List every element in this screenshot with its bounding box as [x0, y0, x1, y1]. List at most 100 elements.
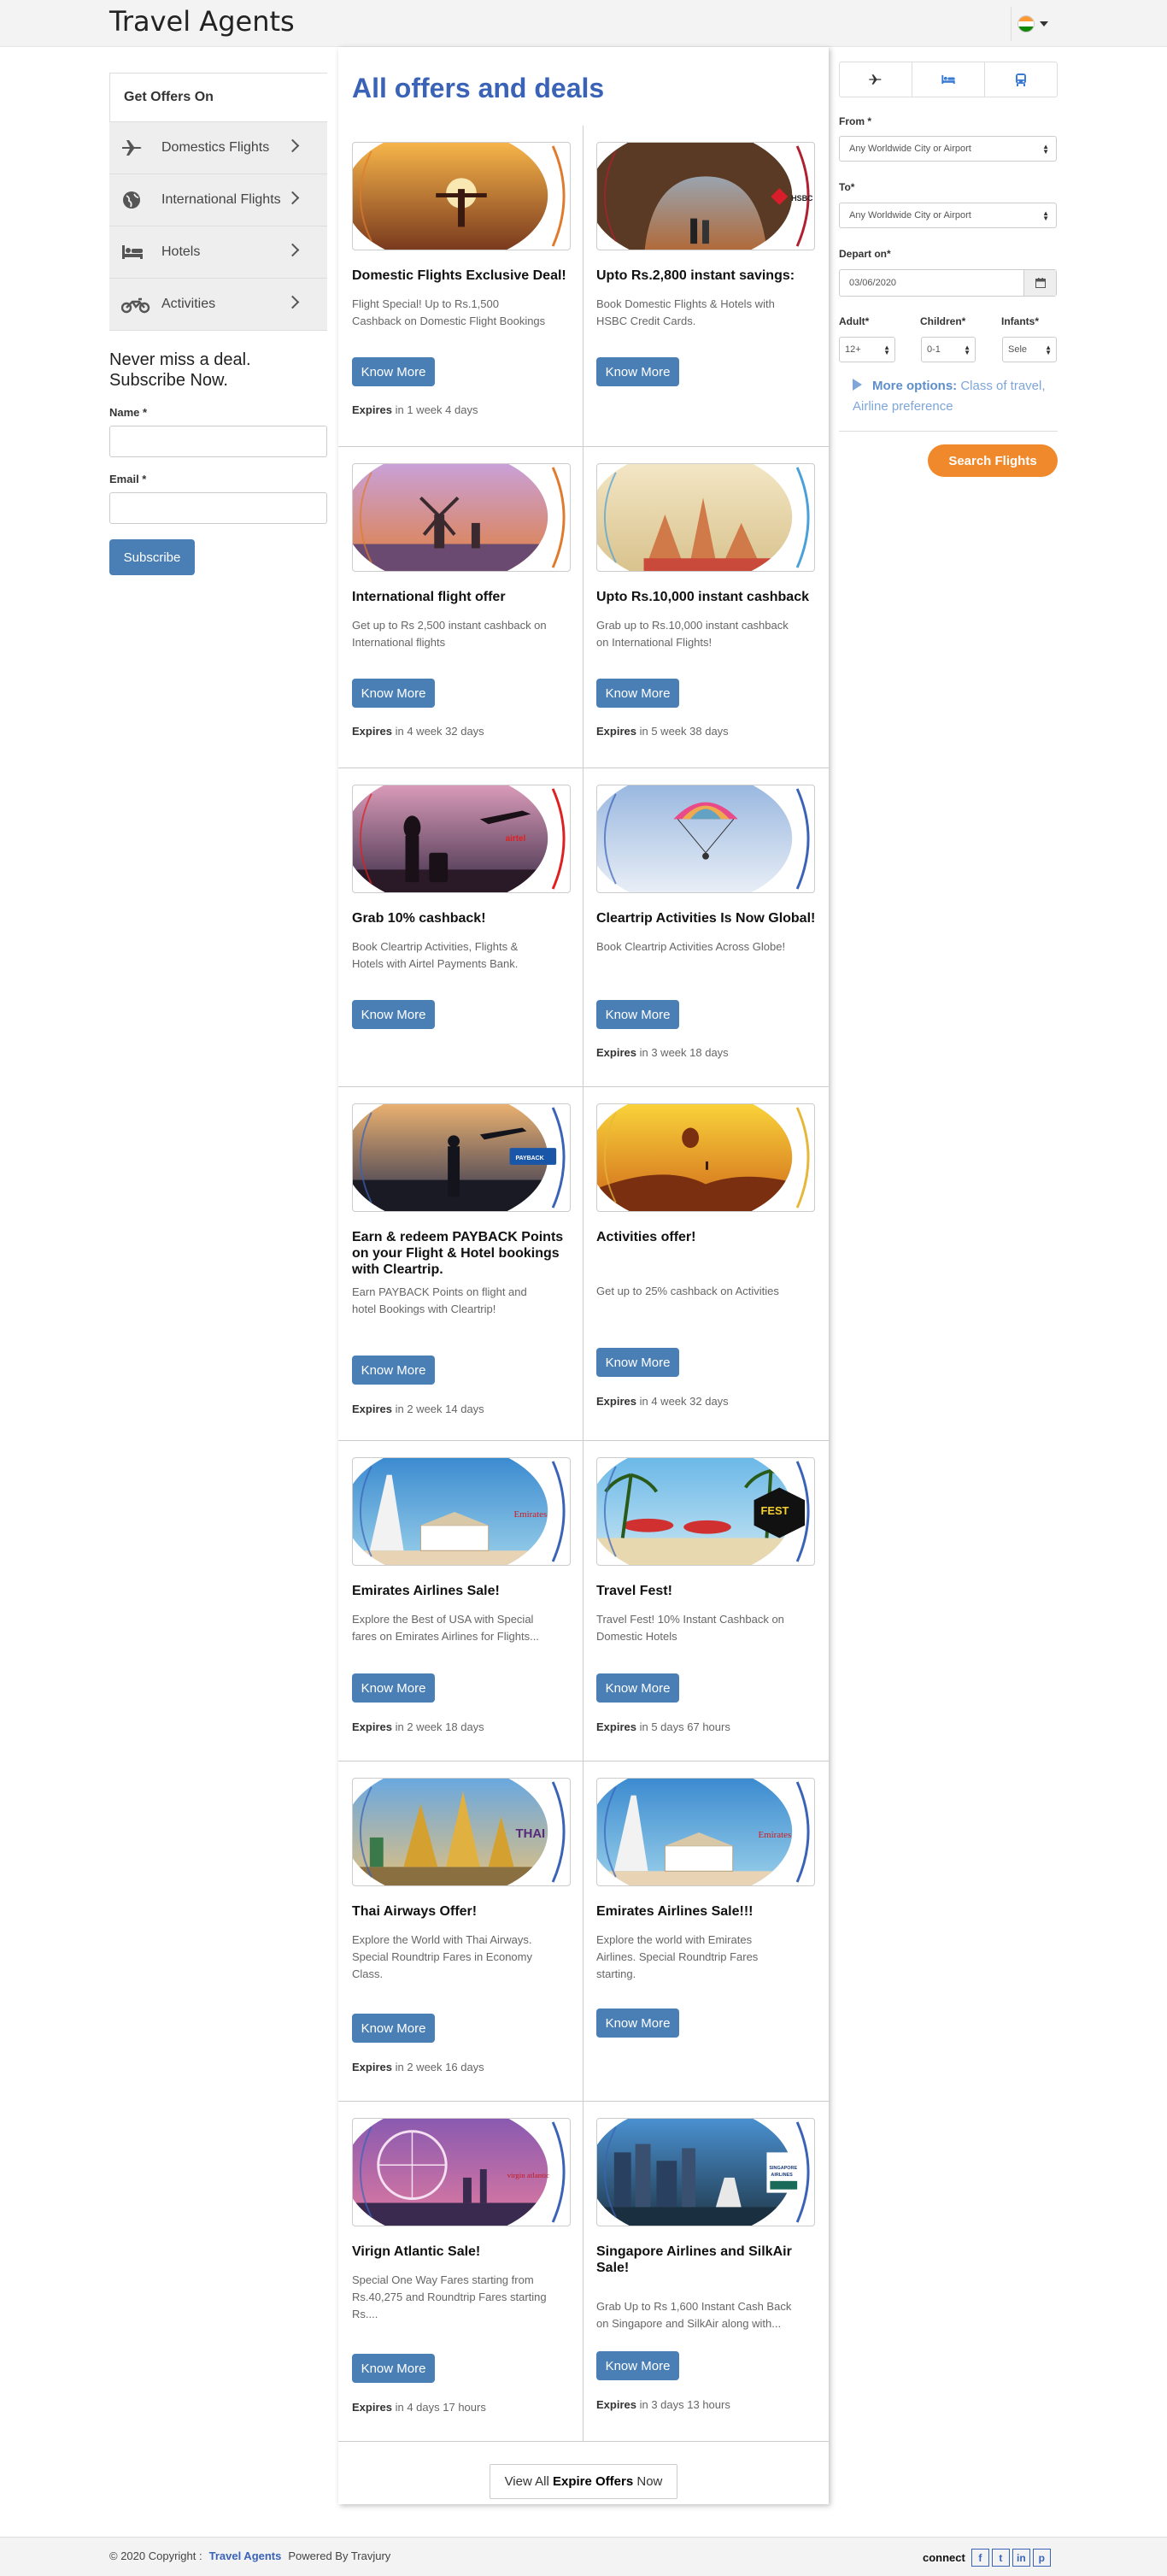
- offer-row: Emirates Emirates Airlines Sale! Explore t…: [338, 1441, 829, 1761]
- updown-icon: ▲ ▼: [1042, 143, 1049, 156]
- offer-title[interactable]: International flight offer: [352, 589, 572, 605]
- offers-heading: Get Offers On: [109, 73, 327, 122]
- offer-image[interactable]: Emirates: [352, 1457, 571, 1566]
- children-select[interactable]: 0-1 ▲ ▼: [921, 337, 976, 362]
- expiry-value: in 2 week 14 days: [395, 1403, 484, 1415]
- calendar-icon[interactable]: [1023, 270, 1056, 296]
- offer-image[interactable]: [352, 463, 571, 572]
- offer-image[interactable]: airtel: [352, 785, 571, 893]
- know-more-button[interactable]: Know More: [596, 2351, 679, 2380]
- offer-title[interactable]: Upto Rs.2,800 instant savings:: [596, 268, 817, 284]
- offer-image[interactable]: [596, 1103, 815, 1212]
- from-select[interactable]: Any Worldwide City or Airport ▲ ▼: [839, 136, 1057, 162]
- offer-title[interactable]: Travel Fest!: [596, 1583, 817, 1599]
- offer-image[interactable]: THAI: [352, 1778, 571, 1886]
- offer-description: Book Domestic Flights & Hotels with HSBC…: [596, 297, 775, 327]
- offer-image[interactable]: PAYBACK: [352, 1103, 571, 1212]
- offer-title[interactable]: Virign Atlantic Sale!: [352, 2244, 572, 2260]
- more-options-toggle[interactable]: More options: Class of travel, Airline p…: [853, 376, 1049, 417]
- triangle-right-icon: [853, 379, 862, 391]
- offer-image[interactable]: SINGAPORE AIRLINES: [596, 2118, 815, 2226]
- sidebar-item-activities[interactable]: Activities: [109, 279, 327, 331]
- infants-select[interactable]: Sele ▲ ▼: [1002, 337, 1057, 362]
- offer-image[interactable]: HSBC: [596, 142, 815, 250]
- know-more-button[interactable]: Know More: [352, 1356, 435, 1385]
- offer-title[interactable]: Domestic Flights Exclusive Deal!: [352, 268, 572, 284]
- know-more-button[interactable]: Know More: [352, 1000, 435, 1029]
- offer-card: THAI Thai Airways Offer! Explore the World…: [352, 1778, 572, 2102]
- name-field[interactable]: [109, 426, 327, 457]
- expires-word: Expires: [596, 1046, 636, 1059]
- offer-description: Grab Up to Rs 1,600 Instant Cash Back on…: [596, 2300, 792, 2330]
- copyright-text: © 2020 Copyright :: [109, 2550, 202, 2562]
- offer-description: Explore the world with Emirates Airlines…: [596, 1933, 759, 1980]
- offer-title[interactable]: Earn & redeem PAYBACK Points on your Fli…: [352, 1229, 572, 1278]
- offer-description: Grab up to Rs.10,000 instant cashback on…: [596, 619, 789, 649]
- know-more-button[interactable]: Know More: [596, 1673, 679, 1703]
- offer-image[interactable]: [596, 463, 815, 572]
- svg-text:Emirates: Emirates: [514, 1509, 548, 1520]
- offer-title[interactable]: Activities offer!: [596, 1229, 817, 1245]
- sidebar-item-international-flights[interactable]: International Flights: [109, 174, 327, 226]
- svg-text:SINGAPORE: SINGAPORE: [769, 2166, 797, 2171]
- offer-title[interactable]: Cleartrip Activities Is Now Global!: [596, 910, 817, 926]
- sidebar-item-label: Activities: [161, 297, 216, 311]
- to-select[interactable]: Any Worldwide City or Airport ▲ ▼: [839, 203, 1057, 228]
- tab-hotels[interactable]: [912, 62, 985, 97]
- tab-flights[interactable]: [840, 62, 912, 97]
- offer-title[interactable]: Emirates Airlines Sale!!!: [596, 1903, 817, 1920]
- know-more-button[interactable]: Know More: [596, 357, 679, 386]
- offer-row: International flight offer Get up to Rs 2…: [338, 447, 829, 768]
- offer-image[interactable]: virgin atlantic: [352, 2118, 571, 2226]
- depart-date-input[interactable]: 03/06/2020: [839, 269, 1057, 297]
- bed-icon: [122, 245, 143, 259]
- linkedin-icon[interactable]: in: [1012, 2549, 1030, 2567]
- globe-icon: [123, 191, 140, 209]
- offer-image[interactable]: [596, 785, 815, 893]
- offer-description: Get up to 25% cashback on Activities: [596, 1285, 779, 1297]
- offer-row: airtel Grab 10% cashback! Book Cleartrip A…: [338, 768, 829, 1087]
- svg-text:FEST: FEST: [760, 1504, 789, 1517]
- offer-image[interactable]: Emirates: [596, 1778, 815, 1886]
- know-more-button[interactable]: Know More: [596, 1348, 679, 1377]
- offer-image[interactable]: FEST: [596, 1457, 815, 1566]
- offer-description: Special One Way Fares starting from Rs.4…: [352, 2273, 547, 2320]
- expiry-value: in 5 days 67 hours: [639, 1720, 730, 1733]
- updown-icon: ▲ ▼: [883, 344, 890, 356]
- know-more-button[interactable]: Know More: [596, 2008, 679, 2038]
- chevron-right-icon: [285, 243, 300, 257]
- offer-card: Domestic Flights Exclusive Deal! Flight S…: [352, 142, 572, 447]
- subscribe-button[interactable]: Subscribe: [109, 539, 195, 575]
- offer-title[interactable]: Singapore Airlines and SilkAir Sale!: [596, 2244, 817, 2276]
- offer-card: FEST Travel Fest! Travel Fest! 10% Instant…: [596, 1457, 817, 1761]
- offer-row: PAYBACK Earn & redeem PAYBACK Points on y…: [338, 1087, 829, 1441]
- sidebar-item-label: Hotels: [161, 244, 201, 259]
- email-field[interactable]: [109, 492, 327, 524]
- sidebar-item-hotels[interactable]: Hotels: [109, 226, 327, 279]
- know-more-button[interactable]: Know More: [352, 1673, 435, 1703]
- know-more-button[interactable]: Know More: [596, 679, 679, 708]
- offer-title[interactable]: Emirates Airlines Sale!: [352, 1583, 572, 1599]
- offer-image[interactable]: [352, 142, 571, 250]
- know-more-button[interactable]: Know More: [352, 2354, 435, 2383]
- sidebar-item-label: Domestics Flights: [161, 140, 270, 155]
- brand-logo[interactable]: Travel Agents: [109, 5, 295, 38]
- know-more-button[interactable]: Know More: [352, 2014, 435, 2043]
- twitter-icon[interactable]: t: [991, 2549, 1010, 2567]
- search-flights-button[interactable]: Search Flights: [928, 444, 1058, 477]
- know-more-button[interactable]: Know More: [352, 357, 435, 386]
- know-more-button[interactable]: Know More: [596, 1000, 679, 1029]
- offer-expiry: Expires in 4 week 32 days: [352, 725, 484, 738]
- view-all-expire-offers-button[interactable]: View All Expire Offers Now: [490, 2464, 677, 2499]
- sidebar-item-domestic-flights[interactable]: Domestics Flights: [109, 122, 327, 174]
- facebook-icon[interactable]: f: [971, 2549, 989, 2567]
- adult-select[interactable]: 12+ ▲ ▼: [839, 337, 895, 362]
- offer-title[interactable]: Grab 10% cashback!: [352, 910, 572, 926]
- offer-title[interactable]: Thai Airways Offer!: [352, 1903, 572, 1920]
- footer-brand-link[interactable]: Travel Agents: [209, 2550, 282, 2562]
- pinterest-icon[interactable]: p: [1032, 2549, 1051, 2567]
- know-more-button[interactable]: Know More: [352, 679, 435, 708]
- language-selector[interactable]: [1011, 7, 1053, 41]
- tab-bus[interactable]: [985, 62, 1057, 97]
- offer-title[interactable]: Upto Rs.10,000 instant cashback: [596, 589, 817, 605]
